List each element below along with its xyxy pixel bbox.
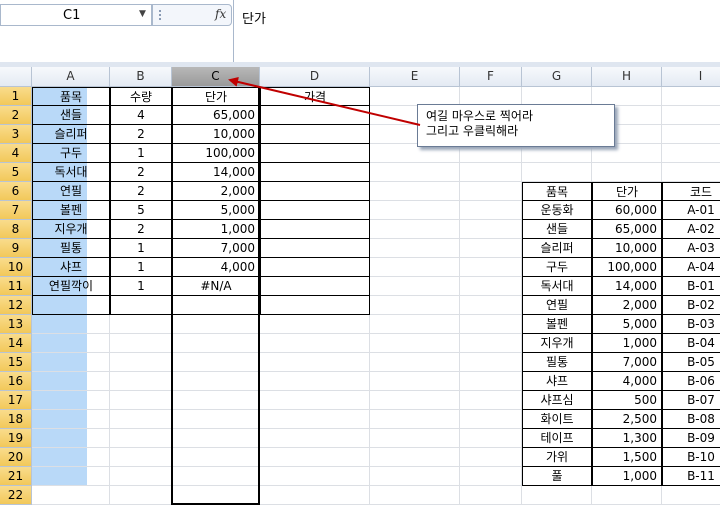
arrow-annotation <box>228 76 421 126</box>
arrow-line <box>228 76 421 126</box>
